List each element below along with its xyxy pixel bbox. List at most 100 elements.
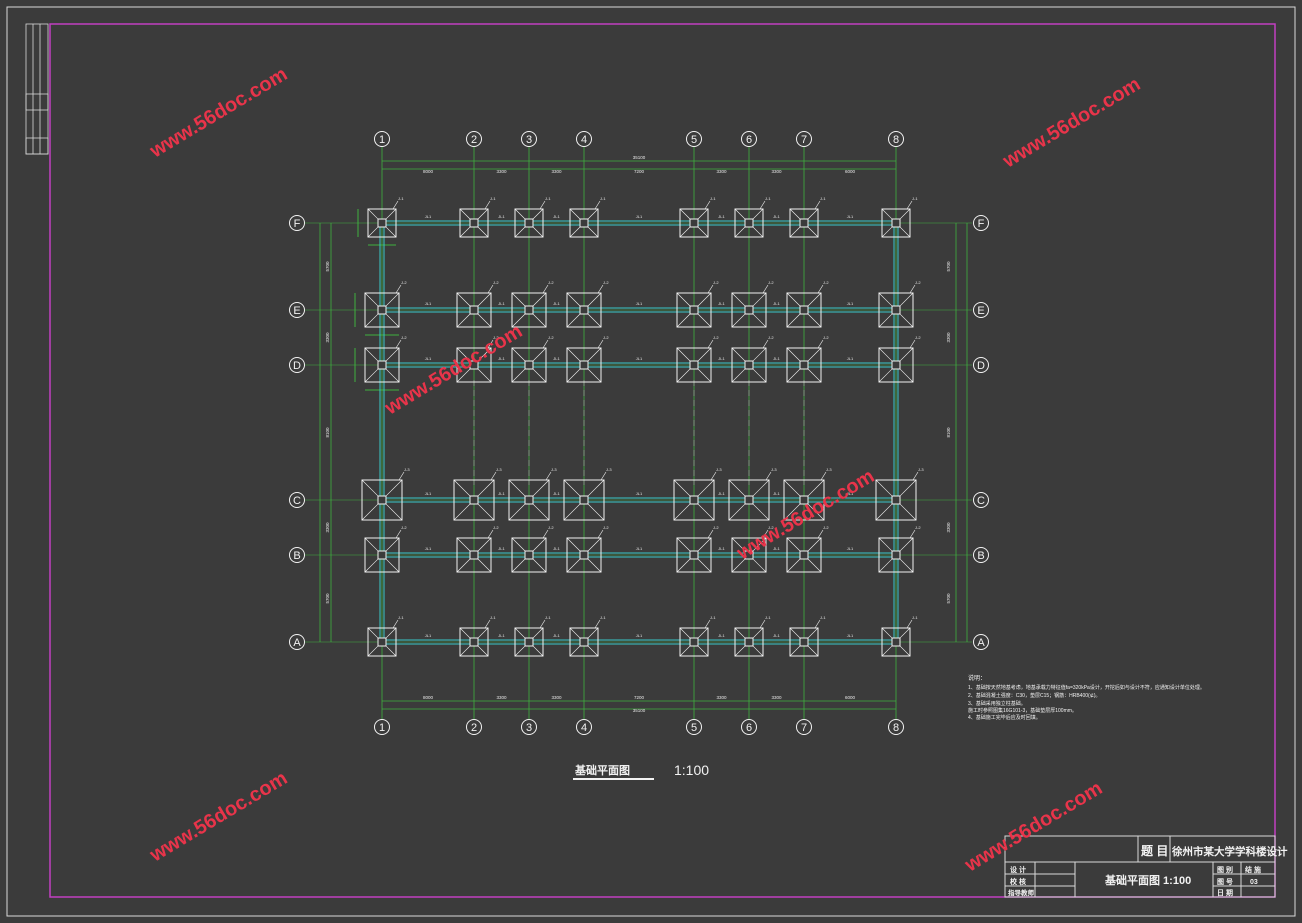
title-row-advisor: 指导教师 <box>1008 888 1035 897</box>
footing-leader <box>710 471 717 481</box>
drawing-canvas: 3510035100800080003300330033003300720072… <box>6 6 1296 917</box>
footing: J-2 <box>566 280 609 328</box>
footing-leader <box>762 284 769 294</box>
axis-bubble-right-E: E <box>973 302 989 318</box>
footing: J-2 <box>456 280 499 328</box>
footing: J-2 <box>566 335 609 383</box>
column-stub <box>891 495 901 505</box>
footing: J-1 <box>367 615 404 657</box>
footing-label: J-2 <box>493 280 499 285</box>
axis-bubble-bottom-1: 1 <box>374 719 390 735</box>
footing-leader <box>398 471 405 481</box>
footing-leader <box>597 339 604 349</box>
footing-label: J-2 <box>713 280 719 285</box>
footing-label: J-2 <box>768 280 774 285</box>
plan-title: 基础平面图 <box>574 763 630 777</box>
column-stub <box>579 218 589 228</box>
axis-bubble-label: 7 <box>801 722 807 734</box>
column-stub <box>469 218 479 228</box>
footing-leader <box>912 471 919 481</box>
beam-label: JL1 <box>847 633 854 638</box>
column-spacing-label: 3300 <box>551 695 562 700</box>
footing-label: J-1 <box>765 615 771 620</box>
axis-bubble-label: 8 <box>893 722 899 734</box>
beam-label: JL1 <box>718 546 725 551</box>
footing-label: J-2 <box>603 335 609 340</box>
notes-line-2: 2、基础混凝土强度：C30，垫层C15；钢筋：HRB400(⊈)。 <box>968 692 1101 699</box>
footing-label: J-2 <box>915 335 921 340</box>
column-stub <box>799 360 809 370</box>
notes-line-1: 1、基础按天然地基考虑，地基承载力特征值fa=320kPa设计，开挖后如与设计不… <box>968 684 1205 691</box>
footing: J-1 <box>459 615 496 657</box>
beam-label: JL1 <box>636 491 643 496</box>
footing-leader <box>542 529 549 539</box>
axis-bubble-left-E: E <box>289 302 305 318</box>
axis-bubble-top-4: 4 <box>576 131 592 147</box>
title-drawing-name: 基础平面图 1:100 <box>1104 873 1191 887</box>
column-stub <box>579 550 589 560</box>
column-stub <box>524 218 534 228</box>
axis-bubble-right-B: B <box>973 547 989 563</box>
beam-label: JL1 <box>847 546 854 551</box>
axis-bubble-top-8: 8 <box>888 131 904 147</box>
footing-label: J-1 <box>490 196 496 201</box>
footing: J-2 <box>676 280 719 328</box>
footing-leader <box>707 284 714 294</box>
column-stub <box>377 495 387 505</box>
footing: J-2 <box>878 280 921 328</box>
axis-bubble-left-A: A <box>289 634 305 650</box>
title-project-name: 徐州市某大学学科楼设计 <box>1171 845 1288 858</box>
row-spacing-label: 3300 <box>946 522 951 533</box>
binding-strip <box>25 23 49 155</box>
beam-label: JL1 <box>773 301 780 306</box>
column-stub <box>524 305 534 315</box>
column-stub <box>689 550 699 560</box>
footing-leader <box>909 529 916 539</box>
column-stub <box>469 495 479 505</box>
footing-label: J-2 <box>548 525 554 530</box>
footing-label: J-3 <box>404 467 410 472</box>
axis-bubble-label: 5 <box>691 134 697 146</box>
axis-bubble-label: 4 <box>581 134 587 146</box>
beam-label: JL1 <box>636 214 643 219</box>
axis-bubble-label: B <box>977 550 984 562</box>
footing-leader <box>909 339 916 349</box>
footing-leader <box>594 200 601 210</box>
footing: J-1 <box>789 196 826 238</box>
axis-bubble-top-6: 6 <box>741 131 757 147</box>
footing: J-3 <box>728 467 777 521</box>
column-spacing-label: 6000 <box>845 695 856 700</box>
footing-leader <box>759 200 766 210</box>
beam-label: JL1 <box>718 491 725 496</box>
footing: J-2 <box>511 525 554 573</box>
footing-label: J-3 <box>918 467 924 472</box>
column-spacing-label: 3300 <box>771 695 782 700</box>
axis-bubble-label: D <box>293 360 301 372</box>
axis-bubble-label: B <box>293 550 300 562</box>
footing-label: J-1 <box>545 196 551 201</box>
axis-bubble-bottom-7: 7 <box>796 719 812 735</box>
beam-label: JL1 <box>425 301 432 306</box>
footing-leader <box>820 471 827 481</box>
title-row-number-label: 图 号 <box>1217 877 1233 886</box>
column-spacing-label: 6000 <box>845 169 856 174</box>
footing: J-2 <box>364 335 407 383</box>
footing-label: J-2 <box>548 280 554 285</box>
axis-bubble-left-D: D <box>289 357 305 373</box>
footing-label: J-1 <box>600 196 606 201</box>
footing-label: J-3 <box>826 467 832 472</box>
footing-label: J-2 <box>915 525 921 530</box>
footing: J-3 <box>453 467 502 521</box>
column-stub <box>524 495 534 505</box>
footing-label: J-2 <box>823 525 829 530</box>
footing-leader <box>814 200 821 210</box>
footing-leader <box>909 284 916 294</box>
beam-label: JL1 <box>636 356 643 361</box>
axis-bubble-top-7: 7 <box>796 131 812 147</box>
footing: J-1 <box>679 615 716 657</box>
beam-label: JL1 <box>425 546 432 551</box>
axis-bubble-bottom-5: 5 <box>686 719 702 735</box>
footing: J-2 <box>456 525 499 573</box>
footing-label: J-2 <box>603 280 609 285</box>
axis-bubble-label: E <box>293 305 300 317</box>
